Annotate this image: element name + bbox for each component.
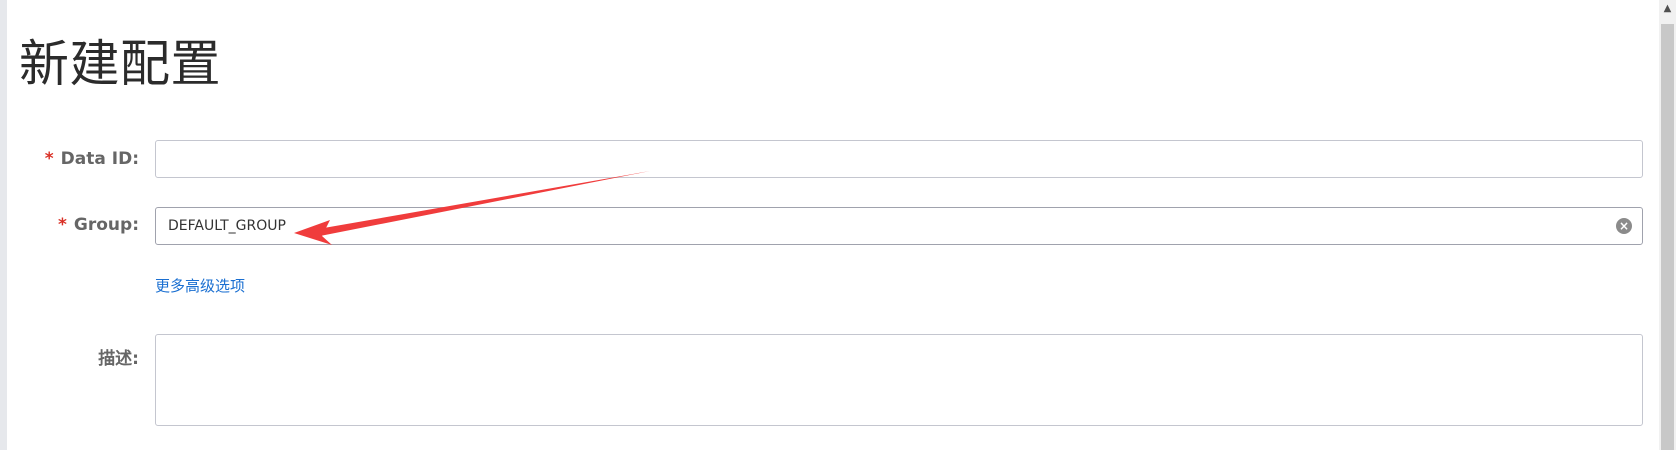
description-label-text: 描述: [98, 349, 139, 369]
left-edge [0, 0, 7, 450]
required-mark: * [44, 149, 54, 169]
description-field[interactable] [155, 334, 1643, 426]
scroll-up-icon[interactable]: ▲ [1659, 0, 1676, 18]
page-title: 新建配置 [19, 35, 221, 93]
data-id-label: * Data ID: [45, 149, 139, 169]
required-mark: * [58, 215, 67, 235]
description-label: 描述: [98, 344, 139, 369]
scrollbar-thumb[interactable] [1661, 24, 1674, 450]
data-id-input[interactable] [156, 141, 1642, 177]
data-id-label-text: Data ID: [60, 149, 139, 169]
group-label: * Group: [58, 215, 139, 235]
group-label-text: Group: [73, 215, 139, 235]
advanced-options-link[interactable]: 更多高级选项 [155, 275, 245, 296]
description-textarea[interactable] [156, 335, 1642, 425]
config-page: 新建配置 * Data ID: * Group: × 更多高级选项 描述: ▲ [0, 0, 1676, 450]
group-field[interactable]: × [155, 207, 1643, 245]
group-input[interactable] [156, 208, 1642, 244]
vertical-scrollbar[interactable]: ▲ [1659, 0, 1676, 450]
close-circle-icon[interactable]: × [1616, 218, 1632, 234]
data-id-field[interactable] [155, 140, 1643, 178]
